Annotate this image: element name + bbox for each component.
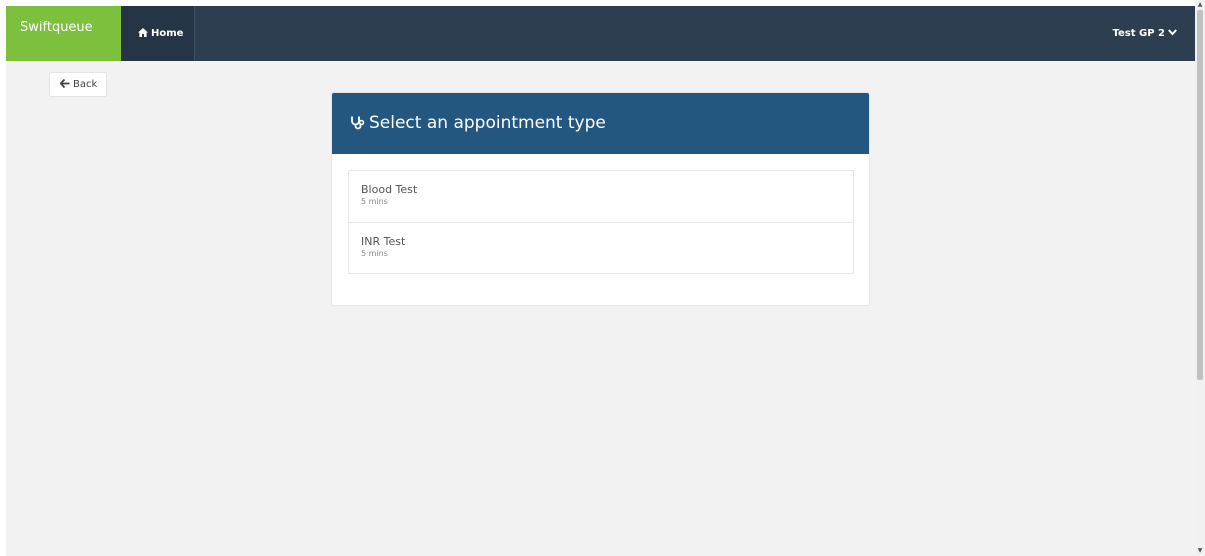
chevron-down-icon (1168, 29, 1177, 36)
panel-heading: Select an appointment type (332, 93, 869, 154)
scroll-up-arrow-icon[interactable]: ▲ (1195, 0, 1205, 10)
item-duration: 5 mins (361, 249, 388, 258)
vertical-scrollbar[interactable]: ▲ ▼ (1195, 0, 1205, 556)
top-navbar: Swiftqueue Home Test GP 2 (6, 6, 1195, 61)
user-menu-dropdown[interactable]: Test GP 2 (1113, 6, 1177, 61)
scrollbar-thumb[interactable] (1197, 10, 1203, 380)
appointment-type-panel: Select an appointment type Blood Test 5 … (331, 92, 870, 306)
appointment-type-list: Blood Test 5 mins INR Test 5 mins (348, 170, 854, 274)
user-label: Test GP 2 (1112, 28, 1165, 39)
back-label: Back (73, 79, 98, 90)
stethoscope-icon (351, 116, 365, 130)
scroll-down-arrow-icon[interactable]: ▼ (1195, 546, 1205, 556)
home-icon (138, 28, 148, 37)
appointment-item-blood-test[interactable]: Blood Test 5 mins (349, 171, 853, 222)
item-duration: 5 mins (361, 197, 388, 206)
item-name: INR Test (361, 235, 406, 248)
brand-label: Swiftqueue (20, 20, 93, 35)
back-button[interactable]: Back (49, 72, 107, 97)
nav-home-link[interactable]: Home (121, 6, 195, 61)
home-label: Home (151, 28, 184, 39)
appointment-item-inr-test[interactable]: INR Test 5 mins (349, 222, 853, 273)
arrow-left-icon (59, 78, 70, 89)
page-viewport: Swiftqueue Home Test GP 2 Back Select an… (6, 6, 1195, 556)
brand-logo[interactable]: Swiftqueue (6, 6, 121, 61)
item-name: Blood Test (361, 183, 418, 196)
panel-title: Select an appointment type (369, 113, 606, 133)
